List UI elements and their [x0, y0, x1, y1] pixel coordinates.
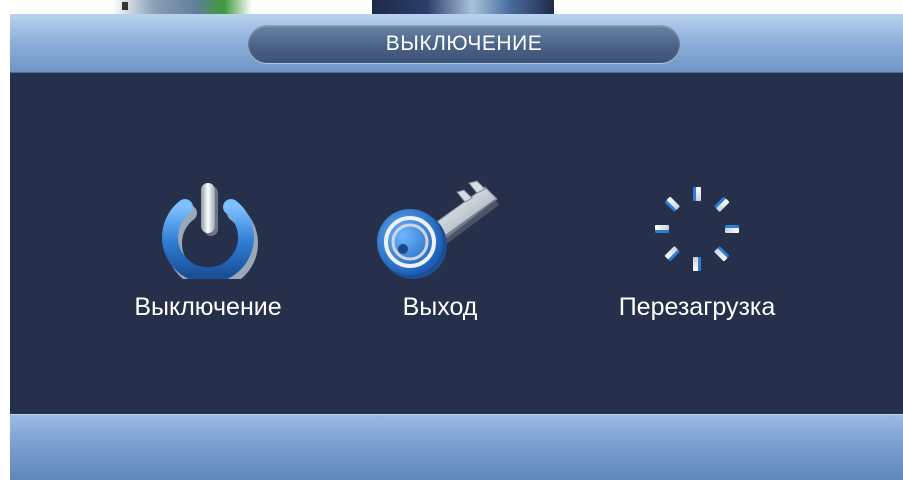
shutdown-label: Выключение: [134, 293, 282, 321]
background-desktop-icon: [112, 0, 252, 14]
dialog-content: Выключение Выход Перезагрузка: [10, 73, 903, 414]
shutdown-dialog: ВЫКЛЮЧЕНИЕ Выключение Выход Перезагрузка: [10, 14, 903, 480]
dialog-title: ВЫКЛЮЧЕНИЕ: [385, 32, 543, 55]
dialog-title-pill: ВЫКЛЮЧЕНИЕ: [248, 25, 680, 63]
dialog-footer-bar: [10, 414, 903, 480]
logout-label: Выход: [402, 293, 478, 321]
restart-button[interactable]: Перезагрузка: [582, 179, 812, 322]
shutdown-button[interactable]: Выключение: [108, 179, 308, 322]
logout-button[interactable]: Выход: [350, 179, 530, 322]
key-icon: [377, 180, 499, 279]
power-icon: [162, 183, 258, 279]
restart-label: Перезагрузка: [618, 293, 776, 321]
dialog-titlebar: ВЫКЛЮЧЕНИЕ: [10, 14, 903, 73]
restart-spinner-icon: [655, 187, 739, 271]
background-desktop-icon: [372, 0, 554, 14]
